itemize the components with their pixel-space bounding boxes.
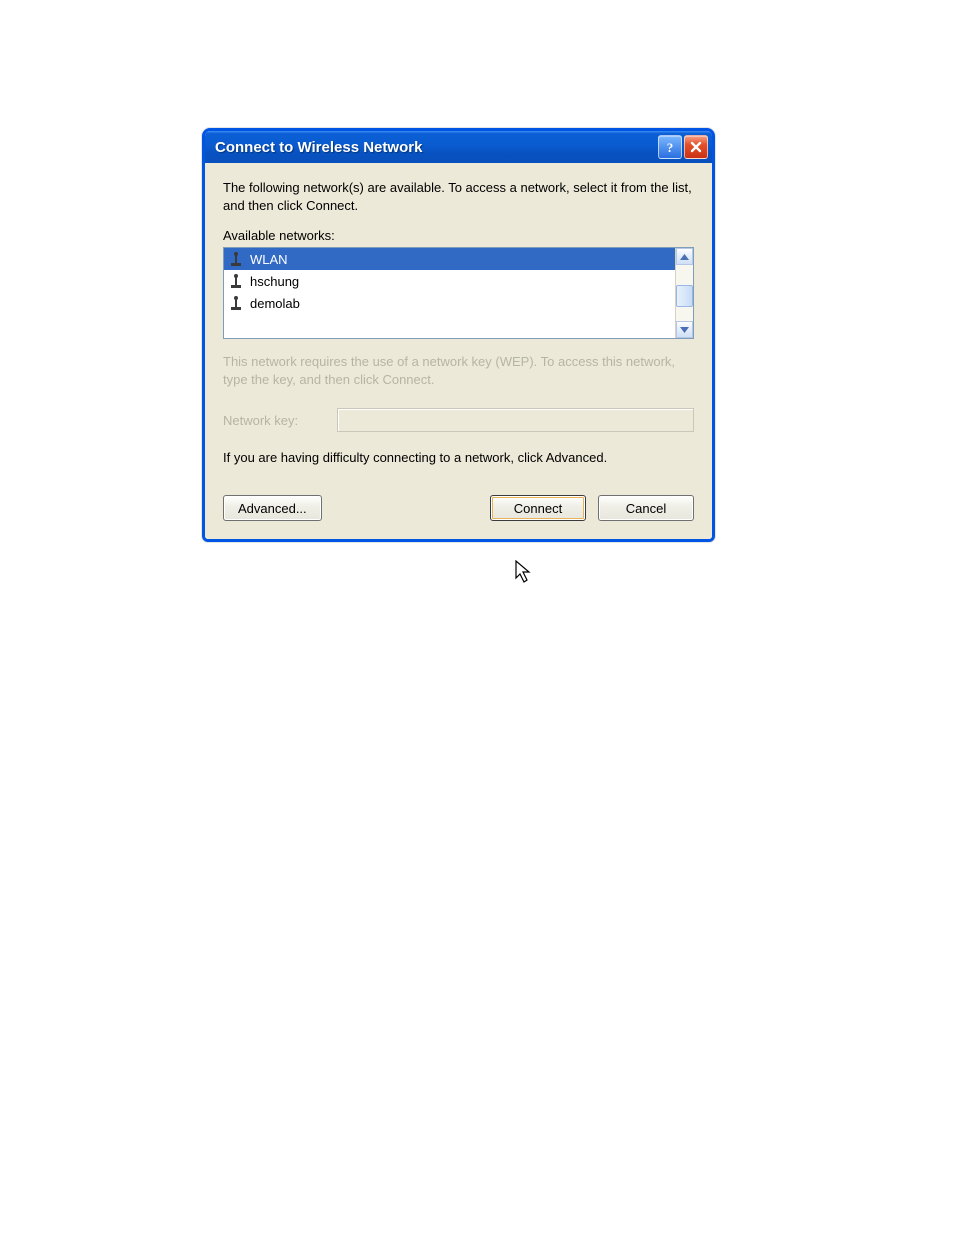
connect-button[interactable]: Connect — [490, 495, 586, 521]
scroll-thumb[interactable] — [676, 285, 693, 307]
network-name: hschung — [250, 274, 299, 289]
svg-text:?: ? — [667, 140, 674, 154]
network-key-label: Network key: — [223, 413, 319, 428]
window-title: Connect to Wireless Network — [215, 139, 656, 156]
advanced-button[interactable]: Advanced... — [223, 495, 322, 521]
network-name: WLAN — [250, 252, 288, 267]
network-list[interactable]: WLAN hschung — [224, 248, 675, 338]
advanced-advice-text: If you are having difficulty connecting … — [223, 450, 694, 465]
button-row: Advanced... Connect Cancel — [223, 495, 694, 521]
network-item-wlan[interactable]: WLAN — [224, 248, 675, 270]
instruction-text: The following network(s) are available. … — [223, 179, 694, 214]
chevron-up-icon — [680, 254, 689, 260]
close-icon — [690, 141, 702, 153]
mouse-cursor-icon — [515, 560, 535, 586]
network-icon — [228, 295, 244, 311]
dialog-body: The following network(s) are available. … — [205, 163, 712, 539]
listbox-scrollbar[interactable] — [675, 248, 693, 338]
cancel-button[interactable]: Cancel — [598, 495, 694, 521]
available-networks-label: Available networks: — [223, 228, 694, 243]
chevron-down-icon — [680, 327, 689, 333]
network-item-hschung[interactable]: hschung — [224, 270, 675, 292]
network-icon — [228, 273, 244, 289]
network-icon — [228, 251, 244, 267]
wep-requirement-text: This network requires the use of a netwo… — [223, 353, 694, 388]
network-key-row: Network key: — [223, 408, 694, 432]
network-name: demolab — [250, 296, 300, 311]
wireless-connect-dialog: Connect to Wireless Network ? The follow… — [202, 128, 715, 542]
scroll-up-button[interactable] — [676, 248, 693, 265]
network-key-input — [337, 408, 694, 432]
help-icon: ? — [664, 140, 676, 154]
close-button[interactable] — [684, 135, 708, 159]
scroll-down-button[interactable] — [676, 321, 693, 338]
network-item-demolab[interactable]: demolab — [224, 292, 675, 314]
titlebar: Connect to Wireless Network ? — [205, 131, 712, 163]
available-networks-listbox[interactable]: WLAN hschung — [223, 247, 694, 339]
scroll-track[interactable] — [676, 265, 693, 321]
help-button[interactable]: ? — [658, 135, 682, 159]
